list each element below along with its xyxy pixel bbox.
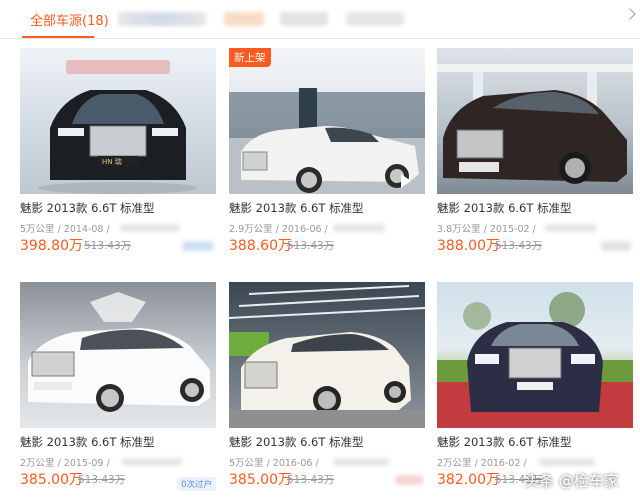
car-meta: 2.9万公里 / 2016-06 / bbox=[229, 224, 328, 235]
car-image bbox=[437, 64, 633, 184]
blurred-location bbox=[120, 224, 180, 232]
tab-blurred-4[interactable] bbox=[346, 12, 404, 26]
car-photo[interactable] bbox=[229, 282, 425, 428]
blurred-location bbox=[539, 458, 595, 466]
blurred-tag bbox=[395, 475, 423, 485]
car-meta: 5万公里 / 2014-08 / bbox=[20, 224, 110, 235]
car-image bbox=[437, 292, 633, 428]
original-price: 513.43万 bbox=[495, 240, 543, 252]
tab-blurred-2[interactable] bbox=[224, 12, 264, 26]
car-listing-card[interactable]: 魅影 2013款 6.6T 标准型 5万公里 / 2016-06 / 385.0… bbox=[229, 282, 425, 488]
active-tab-indicator bbox=[22, 36, 94, 38]
blurred-location bbox=[333, 458, 389, 466]
car-image bbox=[229, 88, 425, 194]
original-price: 513.43万 bbox=[78, 474, 126, 486]
svg-text:HN 瑞: HN 瑞 bbox=[102, 157, 122, 166]
transfer-count-tag: 0次过户 bbox=[177, 477, 216, 491]
blurred-tag bbox=[601, 241, 631, 251]
car-photo[interactable] bbox=[20, 282, 216, 428]
car-title[interactable]: 魅影 2013款 6.6T 标准型 bbox=[437, 200, 572, 216]
car-listing-card[interactable]: HN 瑞 魅影 2013款 6.6T 标准型 5万公里 / 2014-08 / … bbox=[20, 48, 216, 254]
car-price: 385.00万 bbox=[229, 472, 292, 488]
car-meta: 2万公里 / 2015-09 / bbox=[20, 458, 110, 469]
car-photo[interactable] bbox=[437, 282, 633, 428]
watermark: 头条 @检车家 bbox=[524, 472, 619, 490]
original-price: 513.43万 bbox=[287, 474, 335, 486]
car-meta: 2万公里 / 2016-02 / bbox=[437, 458, 527, 469]
original-price: 513.43万 bbox=[84, 240, 132, 252]
car-meta: 3.8万公里 / 2015-02 / bbox=[437, 224, 536, 235]
car-price: 388.60万 bbox=[229, 238, 292, 254]
car-title[interactable]: 魅影 2013款 6.6T 标准型 bbox=[20, 200, 155, 216]
original-price: 513.43万 bbox=[287, 240, 335, 252]
new-listing-badge: 新上架 bbox=[229, 48, 271, 67]
tab-all-listings[interactable]: 全部车源(18) bbox=[30, 10, 109, 29]
car-photo[interactable]: 新上架 bbox=[229, 48, 425, 194]
blurred-location bbox=[333, 224, 385, 232]
car-listing-card[interactable]: 魅影 2013款 6.6T 标准型 2万公里 / 2015-09 / 385.0… bbox=[20, 282, 216, 491]
filter-tab-bar: 全部车源(18) bbox=[0, 0, 640, 39]
car-image bbox=[229, 285, 425, 428]
car-photo[interactable]: HN 瑞 bbox=[20, 48, 216, 194]
car-listing-card[interactable]: 魅影 2013款 6.6T 标准型 2万公里 / 2016-02 / 382.0… bbox=[437, 282, 633, 488]
car-title[interactable]: 魅影 2013款 6.6T 标准型 bbox=[229, 434, 364, 450]
car-photo[interactable] bbox=[437, 48, 633, 194]
chevron-right-icon[interactable] bbox=[624, 8, 636, 20]
car-meta: 5万公里 / 2016-06 / bbox=[229, 458, 319, 469]
car-price: 398.80万 bbox=[20, 238, 83, 254]
blurred-location bbox=[545, 224, 597, 232]
tab-blurred-3[interactable] bbox=[280, 12, 328, 26]
car-price: 382.00万 bbox=[437, 472, 500, 488]
car-listing-card[interactable]: 新上架 魅影 2013款 6.6T 标准型 2.9万公里 / 2016-06 /… bbox=[229, 48, 425, 254]
car-listing-card[interactable]: 魅影 2013款 6.6T 标准型 3.8万公里 / 2015-02 / 388… bbox=[437, 48, 633, 254]
car-title[interactable]: 魅影 2013款 6.6T 标准型 bbox=[20, 434, 155, 450]
car-image bbox=[28, 292, 210, 412]
car-price: 385.00万 bbox=[20, 472, 83, 488]
car-title[interactable]: 魅影 2013款 6.6T 标准型 bbox=[229, 200, 364, 216]
car-title[interactable]: 魅影 2013款 6.6T 标准型 bbox=[437, 434, 572, 450]
blurred-location bbox=[122, 458, 182, 466]
blurred-tag bbox=[182, 241, 214, 251]
car-image: HN 瑞 bbox=[38, 60, 198, 194]
play-icon[interactable] bbox=[401, 174, 411, 188]
tab-blurred-1[interactable] bbox=[118, 12, 206, 26]
car-price: 388.00万 bbox=[437, 238, 500, 254]
